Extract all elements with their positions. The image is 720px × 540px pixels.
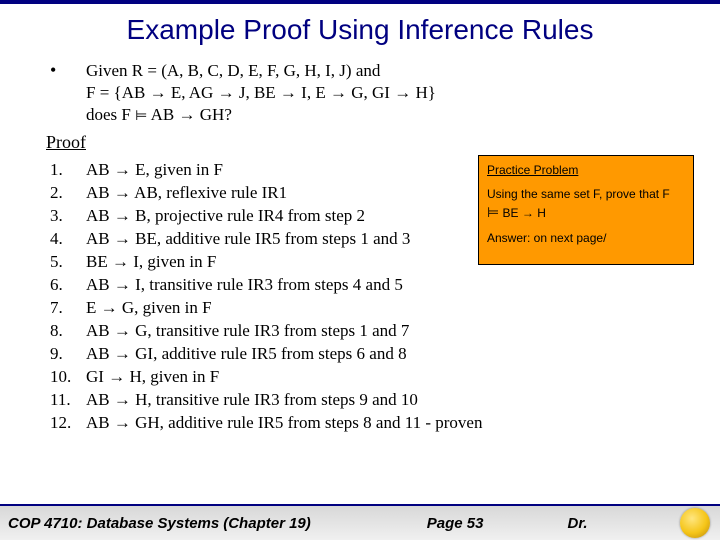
proof-step-text: AB → BE, additive rule IR5 from steps 1 … bbox=[86, 228, 410, 251]
proof-step: 12.AB → GH, additive rule IR5 from steps… bbox=[50, 412, 686, 435]
proof-step-text: AB → B, projective rule IR4 from step 2 bbox=[86, 205, 365, 228]
footer-bar: COP 4710: Database Systems (Chapter 19) … bbox=[0, 504, 720, 540]
given-line3: does F ⊨ AB → GH? bbox=[86, 104, 436, 126]
proof-step-text: AB → AB, reflexive rule IR1 bbox=[86, 182, 287, 205]
proof-step: 6.AB → I, transitive rule IR3 from steps… bbox=[50, 274, 686, 297]
proof-step-text: AB → I, transitive rule IR3 from steps 4… bbox=[86, 274, 403, 297]
callout-line2: Answer: on next page/ bbox=[487, 230, 685, 246]
proof-step-text: GI → H, given in F bbox=[86, 366, 219, 389]
callout-title: Practice Problem bbox=[487, 163, 578, 177]
footer-page: Page 53 bbox=[427, 515, 484, 532]
proof-step-number: 9. bbox=[50, 343, 86, 366]
proof-step-number: 5. bbox=[50, 251, 86, 274]
slide-content: • Given R = (A, B, C, D, E, F, G, H, I, … bbox=[0, 60, 720, 435]
proof-step: 9.AB → GI, additive rule IR5 from steps … bbox=[50, 343, 686, 366]
footer-author: Dr. bbox=[567, 515, 587, 532]
proof-step-number: 12. bbox=[50, 412, 86, 435]
proof-step-text: E → G, given in F bbox=[86, 297, 212, 320]
proof-step-text: AB → GH, additive rule IR5 from steps 8 … bbox=[86, 412, 482, 435]
proof-step-number: 4. bbox=[50, 228, 86, 251]
bullet-icon: • bbox=[50, 60, 86, 126]
proof-step: 7.E → G, given in F bbox=[50, 297, 686, 320]
proof-step-number: 8. bbox=[50, 320, 86, 343]
proof-step-text: AB → G, transitive rule IR3 from steps 1… bbox=[86, 320, 409, 343]
given-line2: F = {AB → E, AG → J, BE → I, E → G, GI →… bbox=[86, 82, 436, 104]
footer-course: COP 4710: Database Systems bbox=[8, 515, 219, 532]
ucf-logo-icon bbox=[680, 508, 710, 538]
given-line1: Given R = (A, B, C, D, E, F, G, H, I, J)… bbox=[86, 60, 436, 82]
proof-step-text: BE → I, given in F bbox=[86, 251, 216, 274]
proof-area: 1.AB → E, given in F2.AB → AB, reflexive… bbox=[50, 159, 686, 434]
top-divider bbox=[0, 0, 720, 4]
proof-step-text: AB → H, transitive rule IR3 from steps 9… bbox=[86, 389, 418, 412]
proof-step-number: 7. bbox=[50, 297, 86, 320]
given-text: Given R = (A, B, C, D, E, F, G, H, I, J)… bbox=[86, 60, 436, 126]
proof-step-number: 11. bbox=[50, 389, 86, 412]
proof-step-number: 10. bbox=[50, 366, 86, 389]
footer-chapter: (Chapter 19) bbox=[223, 515, 311, 532]
slide-title: Example Proof Using Inference Rules bbox=[0, 14, 720, 46]
proof-step-number: 1. bbox=[50, 159, 86, 182]
proof-heading: Proof bbox=[46, 132, 686, 153]
proof-step: 10.GI → H, given in F bbox=[50, 366, 686, 389]
proof-step-text: AB → GI, additive rule IR5 from steps 6 … bbox=[86, 343, 407, 366]
proof-step: 11.AB → H, transitive rule IR3 from step… bbox=[50, 389, 686, 412]
practice-callout: Practice Problem Using the same set F, p… bbox=[478, 155, 694, 264]
callout-line1: Using the same set F, prove that F ⊨ BE … bbox=[487, 186, 685, 221]
proof-step-number: 6. bbox=[50, 274, 86, 297]
proof-step: 8.AB → G, transitive rule IR3 from steps… bbox=[50, 320, 686, 343]
proof-step-number: 2. bbox=[50, 182, 86, 205]
given-block: • Given R = (A, B, C, D, E, F, G, H, I, … bbox=[50, 60, 686, 126]
proof-step-text: AB → E, given in F bbox=[86, 159, 223, 182]
proof-step-number: 3. bbox=[50, 205, 86, 228]
